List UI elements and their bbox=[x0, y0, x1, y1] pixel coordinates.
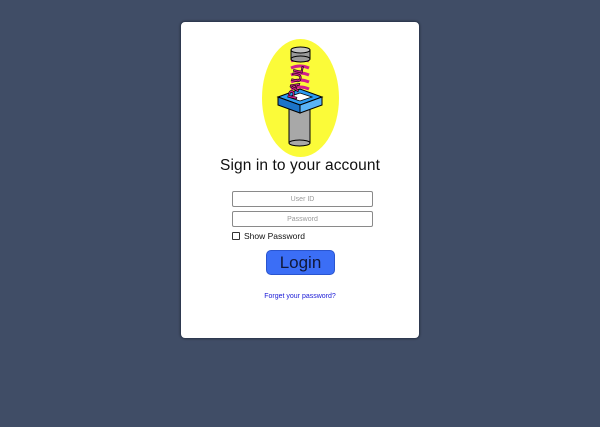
spring-tool-logo: PAUL bbox=[262, 39, 339, 157]
login-button[interactable]: Login bbox=[266, 250, 335, 275]
show-password-label: Show Password bbox=[244, 231, 305, 241]
login-card: PAUL Sign in to your account Show Passwo… bbox=[180, 21, 420, 339]
show-password-toggle[interactable]: Show Password bbox=[232, 230, 305, 242]
password-input[interactable] bbox=[232, 211, 373, 227]
user-id-input[interactable] bbox=[232, 191, 373, 207]
show-password-checkbox[interactable] bbox=[232, 232, 240, 240]
page-title: Sign in to your account bbox=[220, 157, 380, 174]
forgot-password-link[interactable]: Forget your password? bbox=[181, 293, 419, 300]
